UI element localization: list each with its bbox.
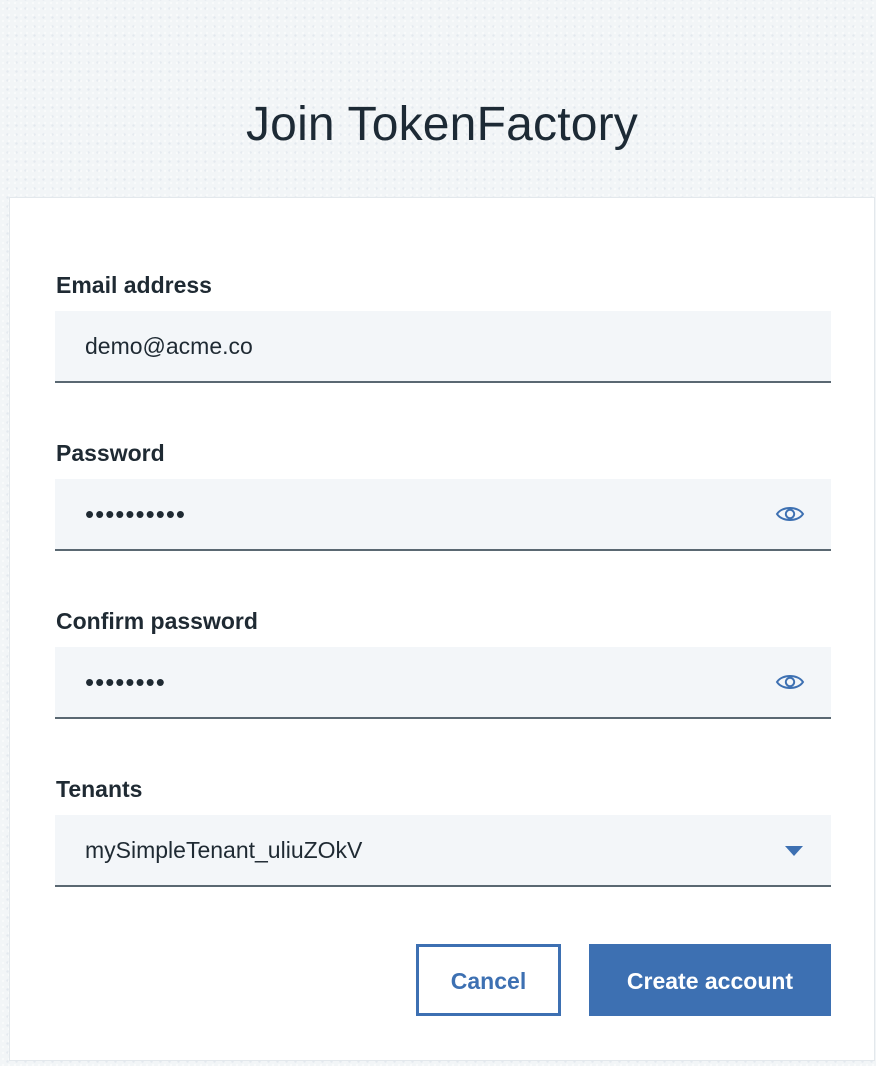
confirm-password-field[interactable]: ••••••••	[55, 647, 831, 719]
signup-form-card: Email address demo@acme.co Password ••••…	[9, 197, 875, 1061]
password-value: ••••••••••	[85, 499, 187, 529]
password-field[interactable]: ••••••••••	[55, 479, 831, 551]
tenants-selected-value: mySimpleTenant_uliuZOkV	[85, 837, 363, 863]
confirm-password-label: Confirm password	[56, 608, 258, 634]
email-value: demo@acme.co	[85, 333, 253, 359]
cancel-button[interactable]: Cancel	[416, 944, 561, 1016]
password-label: Password	[56, 440, 165, 466]
email-label: Email address	[56, 272, 212, 298]
page-title: Join TokenFactory	[245, 98, 639, 151]
tenants-select[interactable]: mySimpleTenant_uliuZOkV	[55, 815, 831, 887]
tenants-label: Tenants	[56, 776, 143, 802]
eye-icon[interactable]	[775, 669, 805, 695]
caret-down-icon	[785, 846, 803, 856]
create-account-button[interactable]: Create account	[589, 944, 831, 1016]
confirm-password-value: ••••••••	[85, 667, 166, 697]
eye-icon[interactable]	[775, 501, 805, 527]
email-field[interactable]: demo@acme.co	[55, 311, 831, 383]
